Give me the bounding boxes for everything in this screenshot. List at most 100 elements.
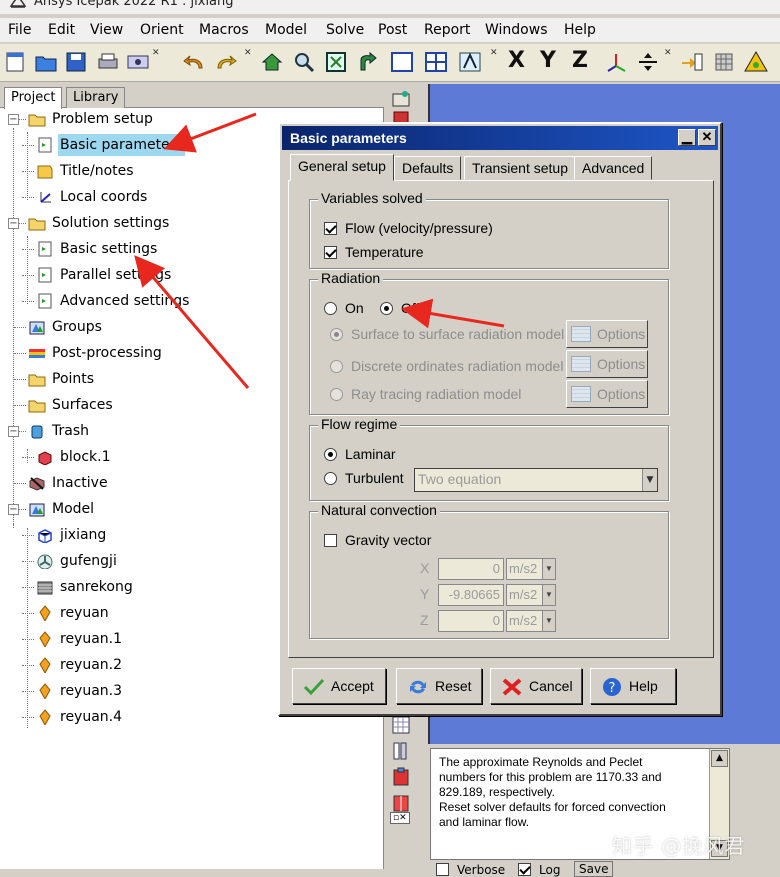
close-icon[interactable]: ✕ [698,129,716,146]
tool-plate-icon[interactable] [390,740,412,762]
message-line: numbers for this problem are 1170.33 and [439,770,662,784]
view-x-button[interactable]: X [508,48,525,73]
screenshot-icon[interactable] [126,50,150,74]
chevron-down-icon[interactable]: ▼ [642,469,657,491]
radiation-on-radio[interactable]: On [324,300,364,316]
turbulence-model-select[interactable]: Two equation ▼ [414,468,658,492]
collapse-toggle-icon[interactable]: − [8,114,19,125]
collapse-toggle-icon[interactable]: − [8,218,19,229]
single-view-icon[interactable] [390,50,414,74]
view-z-button[interactable]: Z [572,48,588,73]
import-icon[interactable] [680,50,704,74]
zoom-icon[interactable] [292,50,316,74]
s2s-radio[interactable]: Surface to surface radiation model [330,326,564,342]
tool-block-icon[interactable] [390,766,412,788]
turbulence-model-value: Two equation [418,471,502,487]
undo-icon[interactable] [182,50,206,74]
gravity-z-unit-select[interactable]: m/s2 ▼ [506,610,556,632]
menu-edit[interactable]: Edit [48,22,75,38]
flow-checkbox[interactable]: Flow (velocity/pressure) [324,220,493,236]
temperature-label: Temperature [345,244,424,260]
collapse-toggle-icon[interactable]: − [8,504,19,515]
open-folder-icon[interactable] [34,50,58,74]
annotate-icon[interactable] [458,50,482,74]
gravity-x-input[interactable]: 0 [438,558,504,580]
tab-general-setup[interactable]: General setup [290,154,394,181]
gravity-y-unit-select[interactable]: m/s2 ▼ [506,584,556,606]
tool-cabinet-icon[interactable] [390,88,412,110]
menu-view[interactable]: View [90,22,123,38]
gravity-y-input[interactable]: -9.80665 [438,584,504,606]
view-y-button[interactable]: Y [540,48,556,73]
tree-item-label: block.1 [60,449,111,465]
tree-item-label: reyuan.1 [60,631,123,647]
laminar-radio[interactable]: Laminar [324,446,396,462]
menu-orient[interactable]: Orient [140,22,184,38]
menu-solve[interactable]: Solve [326,22,364,38]
align-plane-icon[interactable] [636,50,660,74]
tab-advanced[interactable]: Advanced [574,156,653,180]
four-view-icon[interactable] [424,50,448,74]
discrete-ordinates-radio[interactable]: Discrete ordinates radiation model [330,358,563,374]
tool-grid-icon[interactable] [390,714,412,736]
tree-item-label: jixiang [60,527,107,543]
help-button[interactable]: ? Help [590,668,676,704]
temperature-checkbox[interactable]: Temperature [324,244,424,260]
minimize-icon[interactable]: ▁ [678,129,696,146]
message-options: Verbose Log Save [430,861,770,877]
accept-button[interactable]: Accept [292,668,386,704]
save-log-button[interactable]: Save [574,861,614,877]
basic-parameters-dialog: Basic parameters ▁ ✕ General setup Defau… [278,122,722,716]
tab-defaults[interactable]: Defaults [394,156,462,180]
home-view-icon[interactable] [260,50,284,74]
gravity-z-input[interactable]: 0 [438,610,504,632]
collapse-toggle-icon[interactable]: − [8,426,19,437]
fit-view-icon[interactable] [324,50,348,74]
tree-item-label: Basic settings [60,241,158,257]
tab-library[interactable]: Library [66,87,126,108]
new-project-icon[interactable] [4,50,28,74]
toolbar-close-icon[interactable]: ✕ [152,48,160,58]
reset-button[interactable]: Reset [396,668,482,704]
source-icon [39,605,51,621]
toolbar-close-icon[interactable]: ✕ [244,48,252,58]
menu-windows[interactable]: Windows [485,22,548,38]
log-label: Log [539,863,561,877]
window-title: Ansys Icepak 2022 R1 : jixiang [34,0,234,9]
discrete-options-button[interactable]: Options [566,350,648,378]
toolbar-close-icon[interactable]: ✕ [490,48,498,58]
warning-icon[interactable] [744,50,768,74]
radiation-off-radio[interactable]: Off [380,300,419,316]
ray-options-button[interactable]: Options [566,380,648,408]
log-checkbox[interactable]: Log [518,863,560,877]
gravity-x-unit-select[interactable]: m/s2 ▼ [506,558,556,580]
save-icon[interactable] [64,50,88,74]
mesh-icon[interactable] [712,50,736,74]
ray-tracing-radio[interactable]: Ray tracing radiation model [330,386,521,402]
isometric-axes-icon[interactable] [604,50,628,74]
menu-file[interactable]: File [8,22,31,38]
note-icon [37,165,53,179]
discrete-label: Discrete ordinates radiation model [351,358,564,374]
toolbar-close-icon[interactable]: ✕ [664,48,672,58]
menu-post[interactable]: Post [378,22,407,38]
redo-icon[interactable] [214,50,238,74]
tab-transient-setup[interactable]: Transient setup [464,156,576,180]
toolbar-close-icon[interactable]: ▫✕ [390,812,410,824]
menu-help[interactable]: Help [564,22,596,38]
print-icon[interactable] [96,50,120,74]
verbose-checkbox[interactable]: Verbose [436,863,505,877]
s2s-options-button[interactable]: Options [566,320,648,348]
checkbox-box [324,222,337,235]
menu-report[interactable]: Report [424,22,470,38]
menu-model[interactable]: Model [265,22,307,38]
turbulent-radio[interactable]: Turbulent [324,470,404,486]
menu-macros[interactable]: Macros [199,22,249,38]
cancel-button[interactable]: Cancel [490,668,582,704]
tool-resistance-icon[interactable] [390,792,412,814]
gravity-vector-checkbox[interactable]: Gravity vector [324,532,431,548]
rotate-view-icon[interactable] [356,50,380,74]
unit-label: m/s2 [509,587,538,602]
scroll-up-icon[interactable]: ▲ [711,750,728,767]
tab-project[interactable]: Project [4,87,63,109]
